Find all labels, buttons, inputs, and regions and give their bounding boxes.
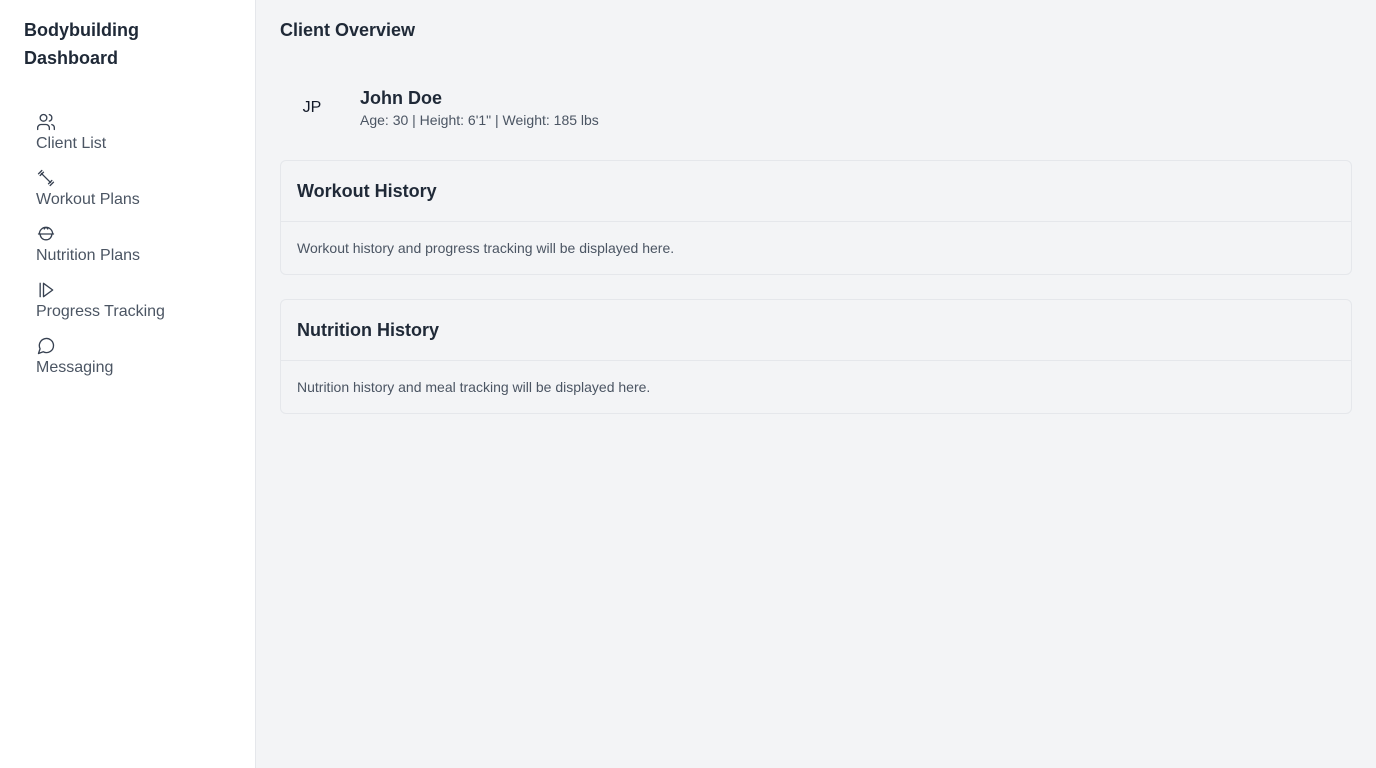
sidebar-item-workout-plans[interactable]: Workout Plans	[24, 168, 231, 212]
avatar: JP	[302, 99, 322, 116]
progress-play-icon	[36, 280, 56, 300]
sidebar-item-label: Progress Tracking	[36, 303, 165, 320]
sidebar-item-client-list[interactable]: Client List	[24, 112, 231, 156]
page-title: Client Overview	[280, 20, 416, 40]
sidebar-item-label: Nutrition Plans	[36, 247, 141, 264]
client-info: John Doe Age: 30 | Height: 6'1" | Weight…	[360, 86, 599, 130]
message-circle-icon	[36, 336, 56, 356]
salad-bowl-icon	[36, 224, 56, 244]
sidebar: Bodybuilding Dashboard Client List Worko…	[0, 0, 256, 768]
card-header: Nutrition History	[281, 300, 1351, 361]
dumbbell-icon	[36, 168, 56, 188]
nutrition-history-card: Nutrition History Nutrition history and …	[280, 299, 1352, 414]
main-content: Client Overview JP John Doe Age: 30 | He…	[256, 0, 1376, 768]
sidebar-nav: Client List Workout Plans Nutrition Plan…	[24, 112, 231, 380]
card-body: Workout history and progress tracking wi…	[297, 240, 675, 256]
client-header: JP John Doe Age: 30 | Height: 6'1" | Wei…	[280, 76, 1352, 140]
card-header: Workout History	[281, 161, 1351, 222]
card-body: Nutrition history and meal tracking will…	[297, 379, 651, 395]
sidebar-item-label: Messaging	[36, 359, 114, 376]
sidebar-item-progress-tracking[interactable]: Progress Tracking	[24, 280, 231, 324]
sidebar-item-nutrition-plans[interactable]: Nutrition Plans	[24, 224, 231, 268]
app-title: Bodybuilding Dashboard	[24, 20, 139, 68]
client-name: John Doe	[360, 88, 443, 108]
workout-history-card: Workout History Workout history and prog…	[280, 160, 1352, 275]
sidebar-item-label: Workout Plans	[36, 191, 140, 208]
sidebar-item-messaging[interactable]: Messaging	[24, 336, 231, 380]
users-icon	[36, 112, 56, 132]
card-title: Nutrition History	[297, 320, 439, 340]
client-meta: Age: 30 | Height: 6'1" | Weight: 185 lbs	[360, 112, 599, 128]
sidebar-item-label: Client List	[36, 135, 107, 152]
card-title: Workout History	[297, 181, 437, 201]
